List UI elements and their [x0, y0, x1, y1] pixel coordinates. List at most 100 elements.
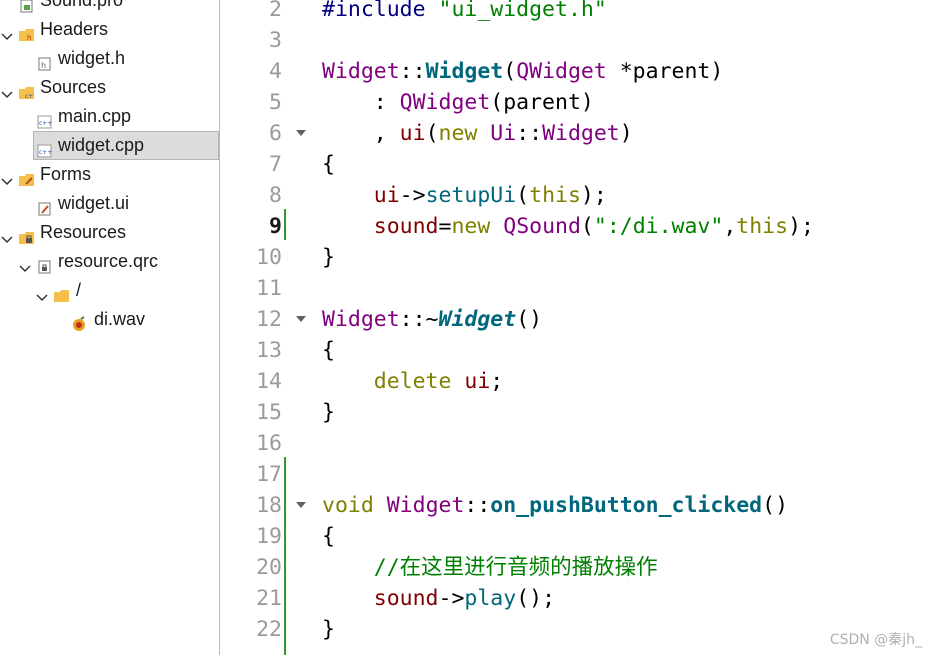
code-token: {	[322, 338, 335, 363]
code-line[interactable]: 18 void Widget::on_pushButton_clicked()	[220, 490, 928, 521]
code-text: {	[322, 335, 335, 366]
code-token: }	[322, 400, 335, 425]
code-text: }	[322, 614, 335, 645]
line-number: 2	[269, 0, 282, 22]
code-line[interactable]: 15}	[220, 397, 928, 428]
line-number: 9	[269, 214, 282, 239]
tree-item-widget-h[interactable]: h widget.h	[0, 44, 219, 73]
change-marker-line-9	[284, 209, 286, 240]
fold-arrow-icon[interactable]	[296, 130, 306, 138]
chevron-down-icon[interactable]	[36, 284, 48, 302]
code-line[interactable]: 21 sound->play();	[220, 583, 928, 614]
code-text: : QWidget(parent)	[322, 87, 594, 118]
chevron-down-icon[interactable]	[19, 255, 31, 273]
code-token: ()	[516, 307, 543, 332]
resources-folder-icon	[19, 225, 34, 244]
tree-item-headers[interactable]: h Headers	[0, 15, 219, 44]
code-token: ui	[464, 369, 491, 394]
headers-folder-icon: h	[19, 22, 34, 42]
code-token: QWidget	[399, 90, 491, 115]
tree-item-label: main.cpp	[58, 106, 132, 126]
line-number: 10	[256, 245, 282, 270]
code-text: sound->play();	[322, 583, 555, 614]
watermark: CSDN @秦jh_	[829, 632, 922, 648]
code-line[interactable]: 19 {	[220, 521, 928, 552]
fold-arrow-icon[interactable]	[296, 316, 306, 324]
code-line[interactable]: 10}	[220, 242, 928, 273]
sources-folder-icon: c+	[19, 80, 34, 100]
code-token: delete	[373, 369, 465, 394]
tree-item-sources[interactable]: c+ Sources	[0, 73, 219, 102]
tree-item-resource-qrc[interactable]: resource.qrc	[0, 247, 219, 276]
code-text: , ui(new Ui::Widget)	[322, 118, 633, 149]
code-line[interactable]: 4 Widget::Widget(QWidget *parent)	[220, 56, 928, 87]
tree-item-di-wav[interactable]: di.wav	[0, 305, 219, 334]
tree-item-widget-cpp[interactable]: c++ widget.cpp	[0, 131, 219, 160]
svg-text:c++: c++	[39, 149, 52, 156]
code-line[interactable]: 16	[220, 428, 928, 459]
code-line[interactable]: 2 #include "ui_widget.h"	[220, 0, 928, 25]
code-text: Widget::Widget(QWidget *parent)	[322, 56, 723, 87]
line-number: 3	[269, 28, 282, 53]
code-token: Widget	[322, 307, 400, 332]
chevron-down-icon[interactable]	[1, 168, 13, 186]
code-line[interactable]: 14 delete ui;	[220, 366, 928, 397]
cpp-file-icon: c++	[37, 109, 52, 129]
line-number: 22	[256, 617, 282, 642]
tree-item-label: /	[76, 280, 82, 300]
chevron-down-icon[interactable]	[1, 23, 13, 41]
code-line[interactable]: 7{	[220, 149, 928, 180]
tree-item-label: widget.h	[58, 48, 126, 68]
code-text: {	[322, 521, 335, 552]
code-token: sound	[373, 214, 439, 239]
svg-text:h: h	[27, 34, 31, 42]
code-editor[interactable]: 2 #include "ui_widget.h"34 Widget::Widget(…	[220, 0, 928, 655]
code-line[interactable]: 12 Widget::~Widget()	[220, 304, 928, 335]
code-token: //在这里进行音频的播放操作	[373, 555, 658, 580]
code-token: ();	[516, 586, 556, 611]
tree-item-label: widget.cpp	[58, 135, 145, 155]
code-line[interactable]: 5 : QWidget(parent)	[220, 87, 928, 118]
tree-item-label: Resources	[40, 222, 127, 242]
code-token: ;	[490, 369, 504, 394]
tree-item-widget-ui[interactable]: widget.ui	[0, 189, 219, 218]
code-line[interactable]: 3	[220, 25, 928, 56]
chevron-down-icon[interactable]	[1, 81, 13, 99]
code-line[interactable]: 8 ui->setupUi(this);	[220, 180, 928, 211]
forms-folder-icon	[19, 167, 34, 186]
code-token: play	[464, 586, 517, 611]
tree-item-label: resource.qrc	[58, 251, 159, 271]
fold-arrow-icon[interactable]	[296, 502, 306, 510]
tree-item-root-prefix[interactable]: /	[0, 276, 219, 305]
code-token: Widget	[322, 59, 400, 84]
code-token: );	[580, 183, 607, 208]
code-line[interactable]: 13 {	[220, 335, 928, 366]
code-line[interactable]: 6 , ui(new Ui::Widget)	[220, 118, 928, 149]
code-token: }	[322, 617, 335, 642]
code-token: ,	[723, 214, 737, 239]
code-line[interactable]: 17	[220, 459, 928, 490]
code-token: ::	[516, 121, 543, 146]
line-number: 16	[256, 431, 282, 456]
line-number: 18	[256, 493, 282, 518]
code-line[interactable]: 9 sound=new QSound(":/di.wav",this);	[220, 211, 928, 242]
code-token: ::	[399, 59, 426, 84]
code-line[interactable]: 11	[220, 273, 928, 304]
audio-file-icon	[72, 312, 86, 331]
code-text: }	[322, 242, 335, 273]
code-line[interactable]: 20 //在这里进行音频的播放操作	[220, 552, 928, 583]
line-number: 15	[256, 400, 282, 425]
code-token: {	[322, 524, 335, 549]
code-token: =	[438, 214, 452, 239]
code-token: sound	[373, 586, 439, 611]
tree-item-sound-pro[interactable]: Sound.pro	[0, 0, 219, 15]
chevron-down-icon[interactable]	[1, 226, 13, 244]
tree-item-resources[interactable]: Resources	[0, 218, 219, 247]
tree-item-forms[interactable]: Forms	[0, 160, 219, 189]
code-line[interactable]: 22}	[220, 614, 928, 645]
cpp-file-icon: c++	[37, 138, 52, 158]
tree-item-main-cpp[interactable]: c++ main.cpp	[0, 102, 219, 131]
line-number: 14	[256, 369, 282, 394]
